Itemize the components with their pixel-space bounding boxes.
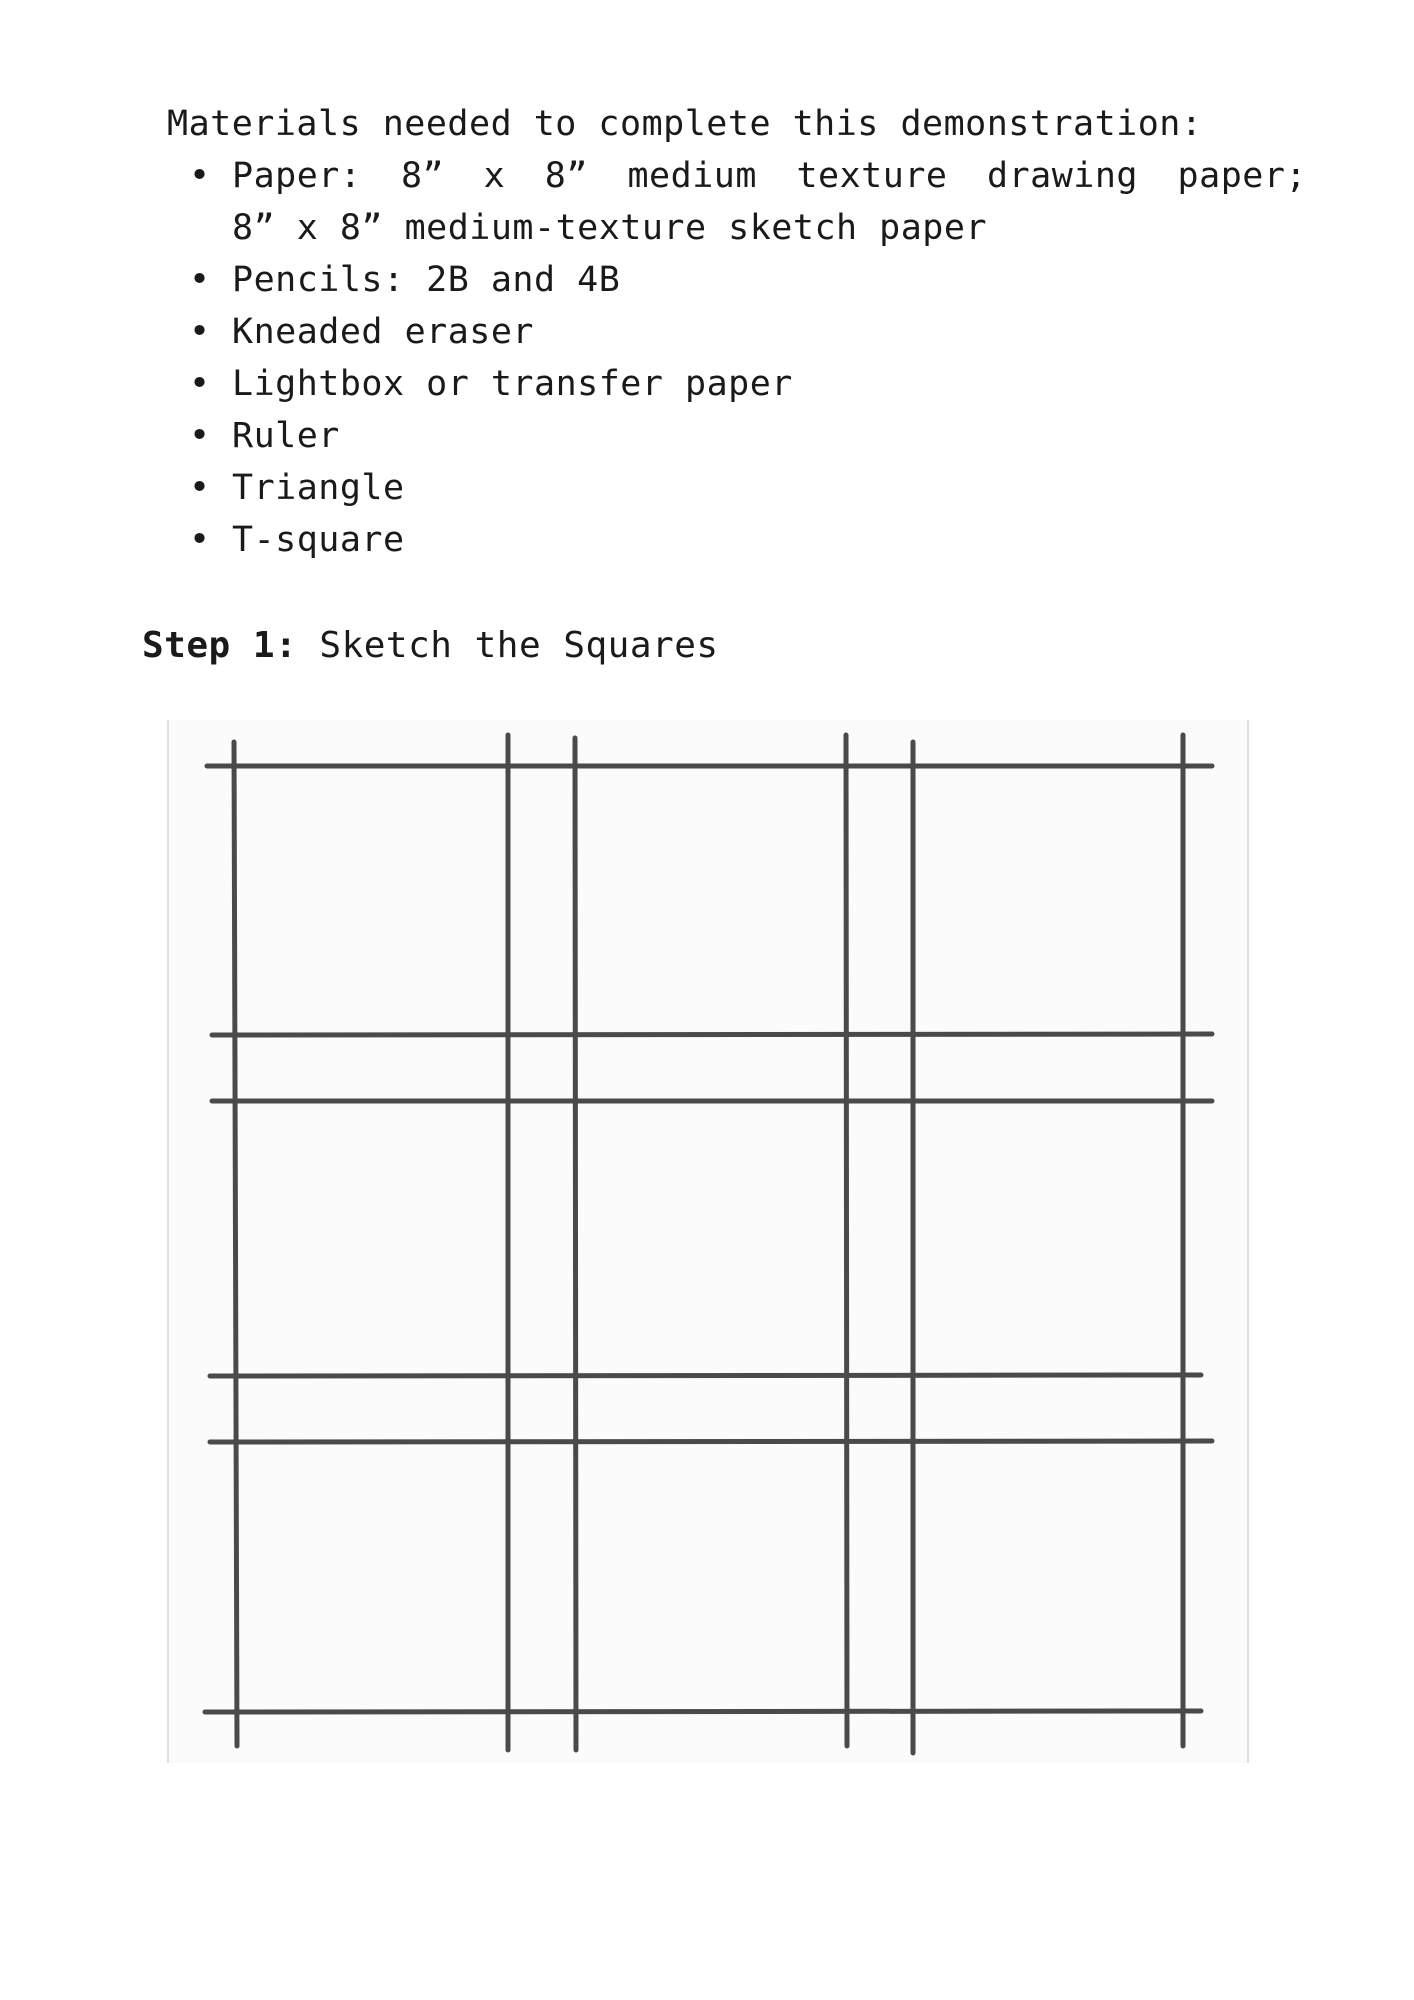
bullet-icon: • (189, 312, 211, 352)
grid-line-vertical-3 (572, 735, 579, 1753)
grid-sketch-drawing (167, 720, 1249, 1763)
grid-line-horizontal-2 (209, 1031, 1215, 1038)
grid-sketch-figure (167, 720, 1250, 1763)
list-item: • Kneaded eraser (189, 306, 1307, 358)
list-item-text-continued: 8” x 8” medium-texture sketch paper (232, 208, 988, 248)
materials-heading: Materials needed to complete this demons… (167, 104, 1203, 144)
bullet-icon: • (189, 260, 211, 300)
list-item: • T-square (189, 514, 1307, 566)
materials-list: • Paper: 8” x 8” medium texture drawing … (167, 150, 1307, 566)
list-item-text: Paper: 8” x 8” medium texture drawing pa… (232, 156, 1307, 196)
list-item-text: Ruler (232, 416, 340, 456)
bullet-icon: • (189, 468, 211, 508)
list-item-text: Triangle (232, 468, 405, 508)
bullet-icon: • (189, 416, 211, 456)
grid-line-horizontal-6 (202, 1708, 1204, 1715)
bullet-icon: • (189, 156, 211, 196)
bullet-icon: • (189, 364, 211, 404)
step-title: Sketch the Squares (319, 625, 719, 666)
list-item: • Paper: 8” x 8” medium texture drawing … (189, 150, 1307, 254)
list-item-text: Pencils: 2B and 4B (232, 260, 621, 300)
step-label: Step 1: (142, 625, 298, 666)
bullet-icon: • (189, 520, 211, 560)
list-item: • Lightbox or transfer paper (189, 358, 1307, 410)
grid-line-vertical-1 (231, 739, 240, 1749)
materials-section: Materials needed to complete this demons… (167, 98, 1307, 566)
list-item-text: Lightbox or transfer paper (232, 364, 793, 404)
grid-line-horizontal-5 (207, 1438, 1215, 1445)
step-heading: Step 1: Sketch the Squares (142, 620, 719, 672)
list-item: • Pencils: 2B and 4B (189, 254, 1307, 306)
list-item: • Triangle (189, 462, 1307, 514)
grid-line-vertical-4 (843, 732, 850, 1749)
list-item-text: Kneaded eraser (232, 312, 535, 352)
list-item: • Ruler (189, 410, 1307, 462)
grid-line-horizontal-4 (207, 1372, 1204, 1379)
list-item-text: T-square (232, 520, 405, 560)
